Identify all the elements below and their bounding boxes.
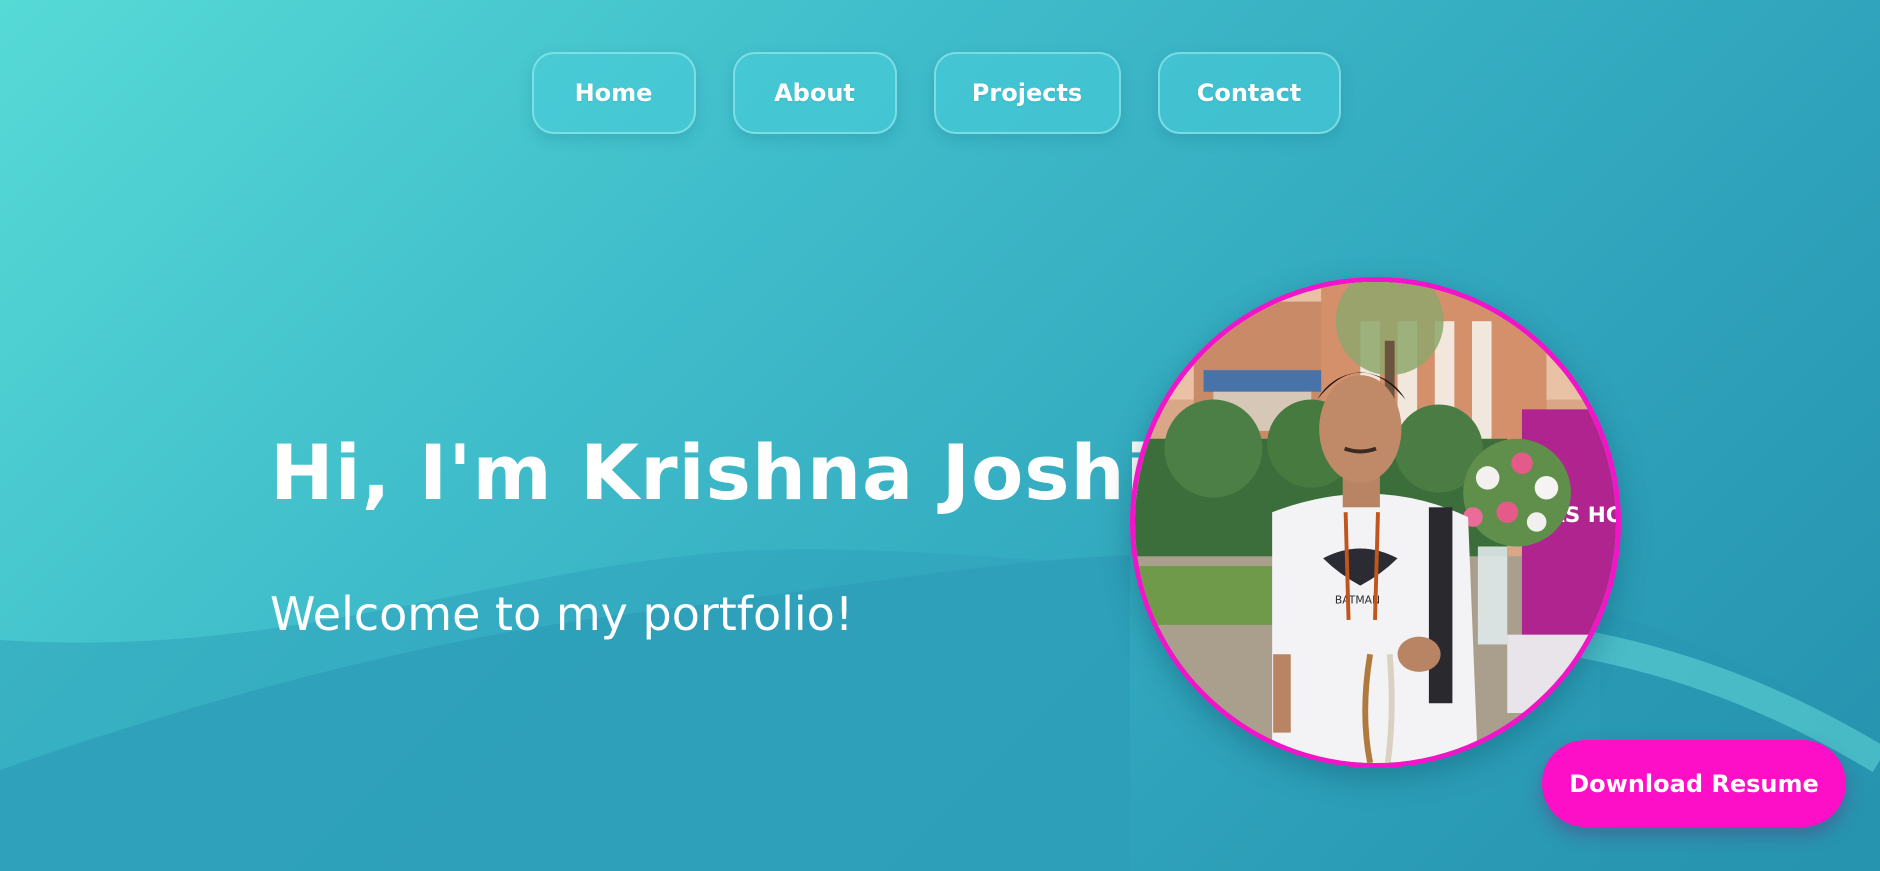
nav-contact-button[interactable]: Contact (1157, 52, 1341, 134)
nav-home-button[interactable]: Home (531, 52, 696, 134)
nav-about-button[interactable]: About (732, 52, 897, 134)
download-resume-button[interactable]: Download Resume (1542, 740, 1846, 827)
profile-photo: L AS HOLA BATMAN (1130, 277, 1621, 768)
shirt-text: BATMAN (1335, 593, 1380, 606)
hero-title: Hi, I'm Krishna Joshi (270, 428, 1153, 517)
nav-projects-button[interactable]: Projects (933, 52, 1121, 134)
hero-subtitle: Welcome to my portfolio! (270, 587, 854, 641)
main-nav: Home About Projects Contact (0, 52, 1880, 134)
